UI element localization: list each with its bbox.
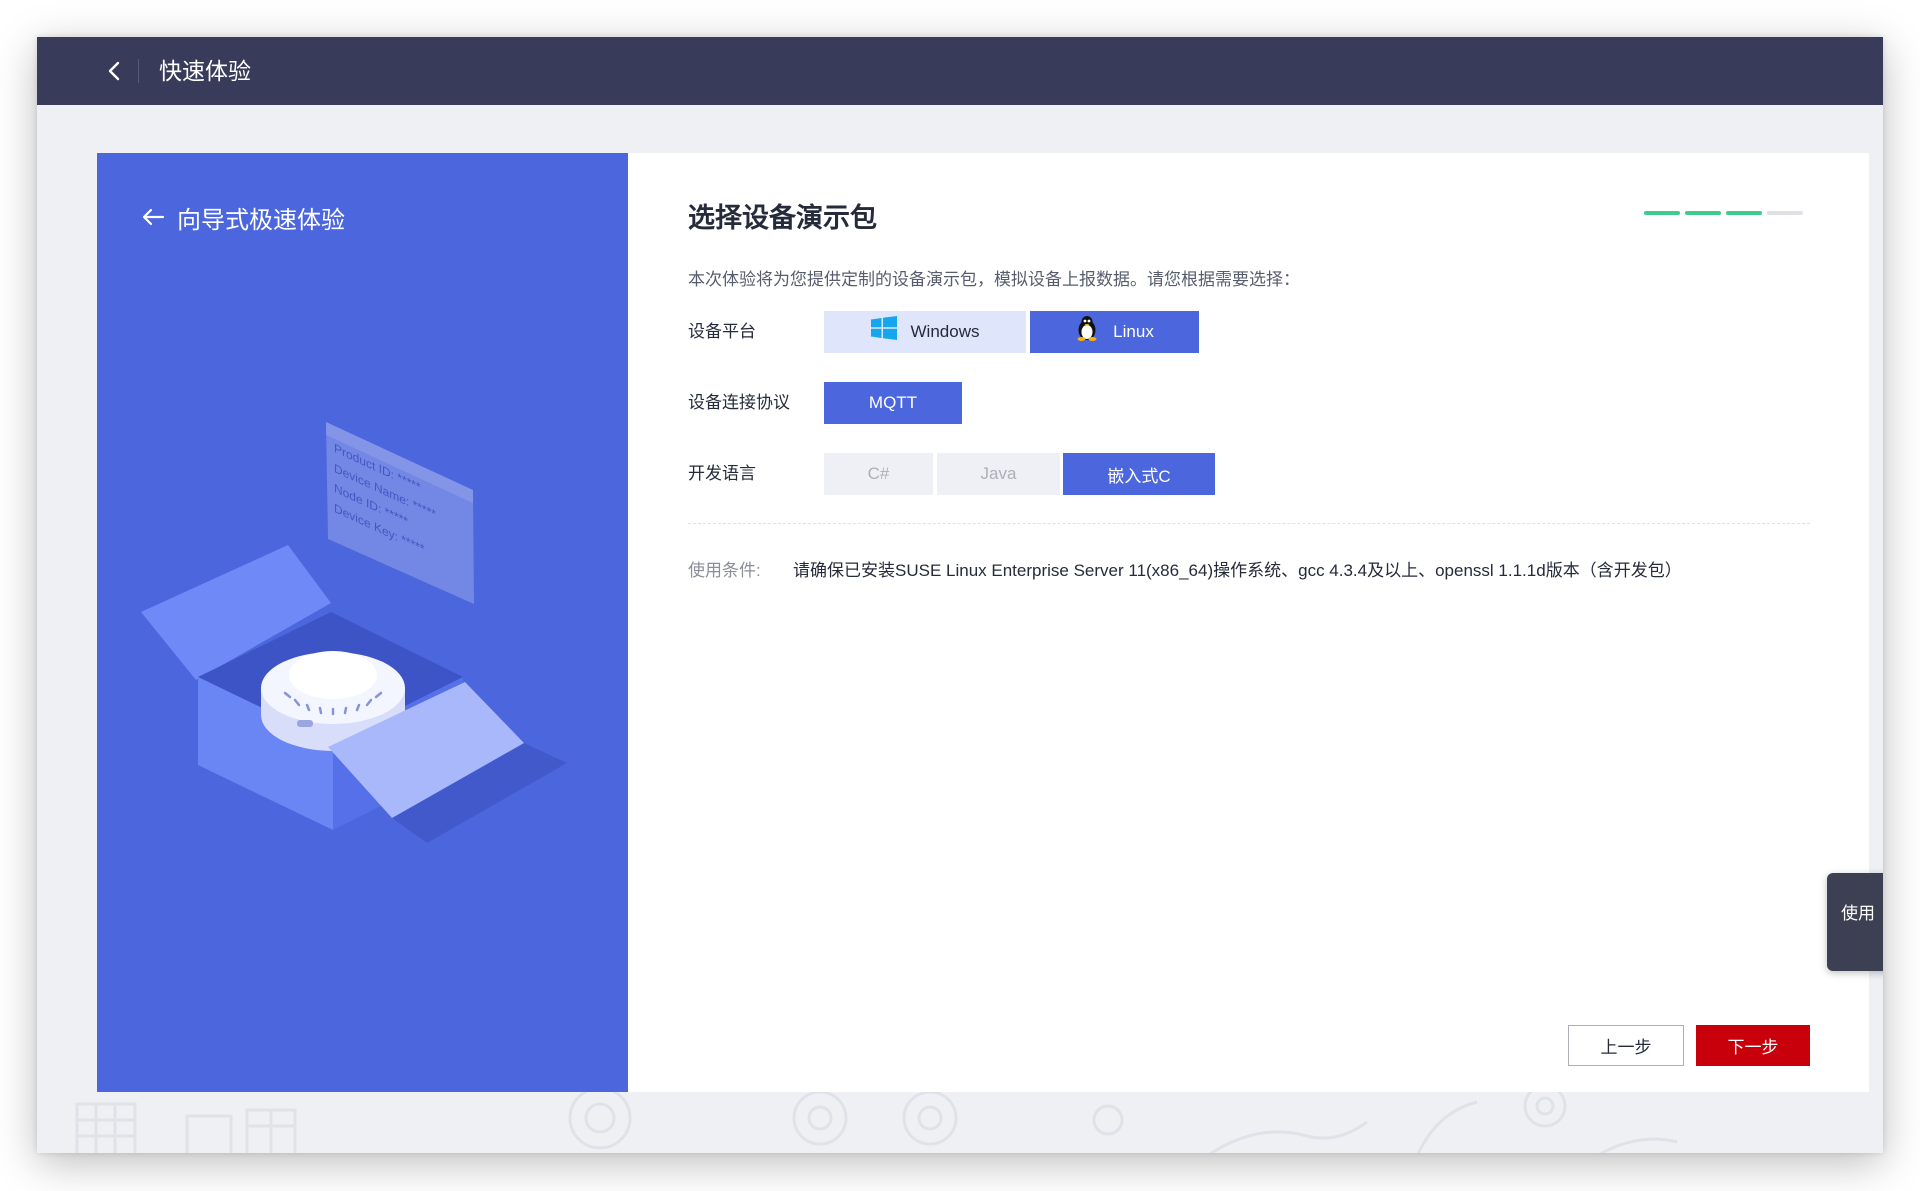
protocol-option-mqtt[interactable]: MQTT (824, 382, 962, 424)
step-title: 选择设备演示包 (688, 203, 877, 233)
wizard-back-link[interactable]: 向导式极速体验 (141, 201, 345, 234)
language-option-csharp: C# (824, 453, 933, 495)
top-header: 快速体验 (37, 37, 1883, 105)
device-package-illustration: Product ID: ***** Device Name: ***** Nod… (141, 422, 567, 843)
wizard-content: 选择设备演示包 本次体验将为您提供定制的设备演示包，模拟设备上报数据。请您根据需… (628, 153, 1869, 1092)
platform-option-windows[interactable]: Windows (824, 311, 1026, 353)
chevron-left-icon[interactable] (99, 56, 129, 86)
wizard-sidebar: 向导式极速体验 Product ID: ***** Device Name: *… (97, 153, 628, 1092)
wizard-title: 向导式极速体验 (177, 206, 345, 234)
background-decoration (75, 1092, 1678, 1153)
previous-step-button[interactable]: 上一步 (1568, 1025, 1684, 1066)
header-divider (138, 59, 139, 83)
section-divider (688, 523, 1810, 524)
progress-step-1 (1644, 211, 1680, 215)
info-card: Product ID: ***** Device Name: ***** Nod… (326, 422, 474, 604)
windows-icon (870, 316, 897, 340)
language-option-embedded-c[interactable]: 嵌入式C (1063, 453, 1215, 495)
language-option-label: C# (867, 464, 890, 483)
page-title: 快速体验 (159, 58, 251, 84)
language-option-java: Java (937, 453, 1060, 495)
platform-label: 设备平台 (688, 322, 756, 341)
protocol-label: 设备连接协议 (688, 393, 790, 412)
progress-step-4 (1767, 211, 1803, 215)
language-option-label: Java (980, 464, 1017, 483)
requirement-label: 使用条件: (688, 561, 761, 580)
arrow-left-icon (142, 208, 165, 226)
platform-option-linux[interactable]: Linux (1030, 311, 1199, 353)
protocol-option-label: MQTT (868, 393, 918, 412)
next-step-button[interactable]: 下一步 (1696, 1025, 1810, 1066)
app-window: 快速体验 向导式极速体验 Product ID: ***** Device Na… (37, 37, 1883, 1153)
side-tab-label: 使用 (1841, 904, 1875, 923)
progress-step-2 (1685, 211, 1721, 215)
progress-step-3 (1726, 211, 1762, 215)
wizard-card: 向导式极速体验 Product ID: ***** Device Name: *… (97, 153, 1869, 1092)
linux-penguin-icon (1075, 315, 1099, 341)
usage-side-tab[interactable]: 使用 (1827, 873, 1883, 971)
platform-option-label: Windows (910, 322, 980, 341)
language-label: 开发语言 (688, 464, 756, 483)
language-option-label: 嵌入式C (1107, 466, 1171, 486)
requirement-text: 请确保已安装SUSE Linux Enterprise Server 11(x8… (793, 561, 1682, 580)
step-description: 本次体验将为您提供定制的设备演示包，模拟设备上报数据。请您根据需要选择： (688, 270, 1300, 289)
platform-option-label: Linux (1113, 322, 1154, 341)
step-progress (1644, 211, 1803, 215)
